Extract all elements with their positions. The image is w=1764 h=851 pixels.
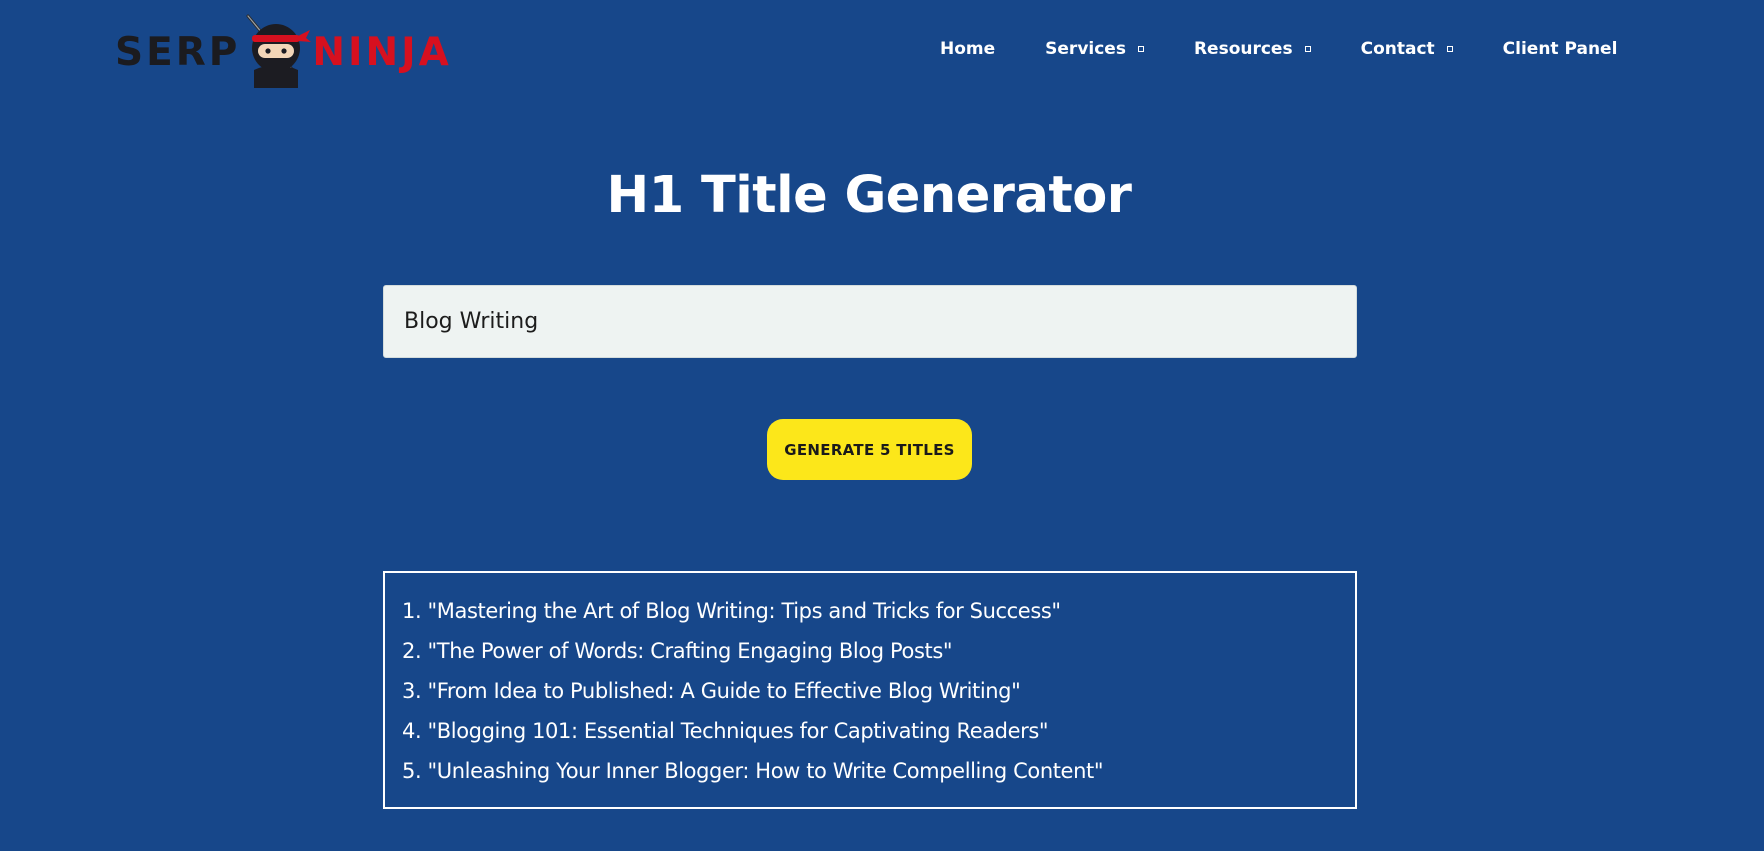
dropdown-caret-icon <box>1137 46 1144 52</box>
results-list: 1. "Mastering the Art of Blog Writing: T… <box>402 591 1338 791</box>
site-logo[interactable]: SERP NINJA <box>115 14 449 90</box>
nav-item-contact[interactable]: Contact <box>1361 39 1453 59</box>
nav-label: Contact <box>1360 39 1435 59</box>
dropdown-caret-icon <box>1304 46 1311 52</box>
nav-label: Home <box>940 39 996 59</box>
page-title: H1 Title Generator <box>606 166 1132 225</box>
ninja-mascot-icon <box>246 14 312 88</box>
result-item: 1. "Mastering the Art of Blog Writing: T… <box>402 599 1061 623</box>
keyword-input[interactable] <box>383 285 1357 358</box>
nav-label: Services <box>1045 39 1126 59</box>
nav-item-services[interactable]: Services <box>1045 39 1144 59</box>
result-item: 5. "Unleashing Your Inner Blogger: How t… <box>402 759 1104 783</box>
main-nav: Home Services Resources Contact Client P… <box>940 36 1617 62</box>
nav-item-resources[interactable]: Resources <box>1194 39 1311 59</box>
nav-item-home[interactable]: Home <box>940 39 995 59</box>
nav-item-client-panel[interactable]: Client Panel <box>1503 39 1618 59</box>
generate-titles-button[interactable]: GENERATE 5 TITLES <box>767 419 972 480</box>
result-item: 2. "The Power of Words: Crafting Engagin… <box>402 639 953 663</box>
results-box: 1. "Mastering the Art of Blog Writing: T… <box>383 571 1357 809</box>
dropdown-caret-icon <box>1446 46 1453 52</box>
logo-text-serp: SERP <box>115 29 241 75</box>
result-item: 3. "From Idea to Published: A Guide to E… <box>402 679 1021 703</box>
logo-text-ninja: NINJA <box>312 29 452 75</box>
nav-label: Client Panel <box>1502 39 1618 59</box>
nav-label: Resources <box>1193 39 1293 59</box>
result-item: 4. "Blogging 101: Essential Techniques f… <box>402 719 1049 743</box>
